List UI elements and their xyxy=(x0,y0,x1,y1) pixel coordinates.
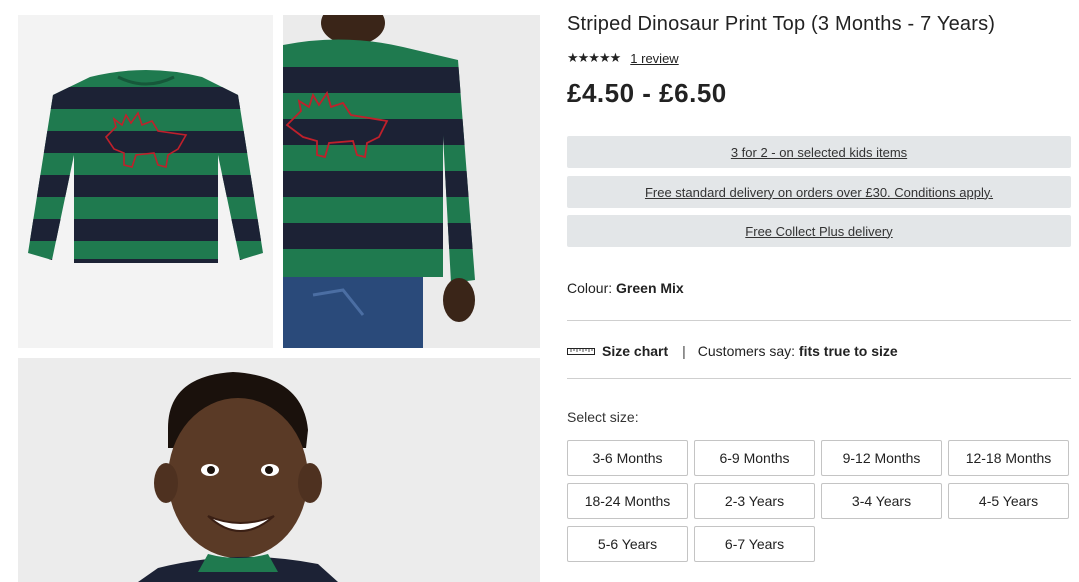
promo-banner-collect-plus[interactable]: Free Collect Plus delivery xyxy=(567,215,1071,247)
colour-label: Colour: xyxy=(567,280,613,296)
product-details-panel: Striped Dinosaur Print Top (3 Months - 7… xyxy=(567,0,1071,582)
rating-row: ★★★★★ 1 review xyxy=(567,50,679,66)
tshirt-flat-illustration xyxy=(18,15,273,348)
size-option-4-5-years[interactable]: 4-5 Years xyxy=(948,483,1069,519)
size-option-2-3-years[interactable]: 2-3 Years xyxy=(694,483,815,519)
reviews-link[interactable]: 1 review xyxy=(630,51,678,66)
size-option-3-6-months[interactable]: 3-6 Months xyxy=(567,440,688,476)
size-option-5-6-years[interactable]: 5-6 Years xyxy=(567,526,688,562)
product-image-flat[interactable] xyxy=(18,15,273,348)
promo-banner-3-for-2[interactable]: 3 for 2 - on selected kids items xyxy=(567,136,1071,168)
colour-info: Colour: Green Mix xyxy=(567,280,684,296)
product-price: £4.50 - £6.50 xyxy=(567,78,727,108)
product-image-gallery xyxy=(18,15,540,582)
product-image-model-side[interactable] xyxy=(283,15,540,348)
size-option-6-9-months[interactable]: 6-9 Months xyxy=(694,440,815,476)
divider xyxy=(567,378,1071,379)
select-size-label: Select size: xyxy=(567,409,639,425)
size-option-12-18-months[interactable]: 12-18 Months xyxy=(948,440,1069,476)
star-rating-icon: ★★★★★ xyxy=(567,50,621,65)
promo-banner-free-delivery[interactable]: Free standard delivery on orders over £3… xyxy=(567,176,1071,208)
customers-say: Customers say: fits true to size xyxy=(698,343,898,359)
size-info-row: Size chart | Customers say: fits true to… xyxy=(567,343,898,359)
product-image-model-front[interactable] xyxy=(18,358,540,582)
ruler-icon xyxy=(567,348,595,355)
product-title: Striped Dinosaur Print Top (3 Months - 7… xyxy=(567,13,996,35)
divider xyxy=(567,320,1071,321)
customers-say-label: Customers say: xyxy=(697,343,796,359)
colour-value: Green Mix xyxy=(616,280,684,296)
customers-say-value: fits true to size xyxy=(798,343,898,359)
model-front-illustration xyxy=(18,358,540,582)
size-option-6-7-years[interactable]: 6-7 Years xyxy=(694,526,815,562)
separator: | xyxy=(682,343,686,359)
size-option-18-24-months[interactable]: 18-24 Months xyxy=(567,483,688,519)
size-option-3-4-years[interactable]: 3-4 Years xyxy=(821,483,942,519)
size-chart-link[interactable]: Size chart xyxy=(602,343,668,359)
model-side-illustration xyxy=(283,15,540,348)
size-option-9-12-months[interactable]: 9-12 Months xyxy=(821,440,942,476)
